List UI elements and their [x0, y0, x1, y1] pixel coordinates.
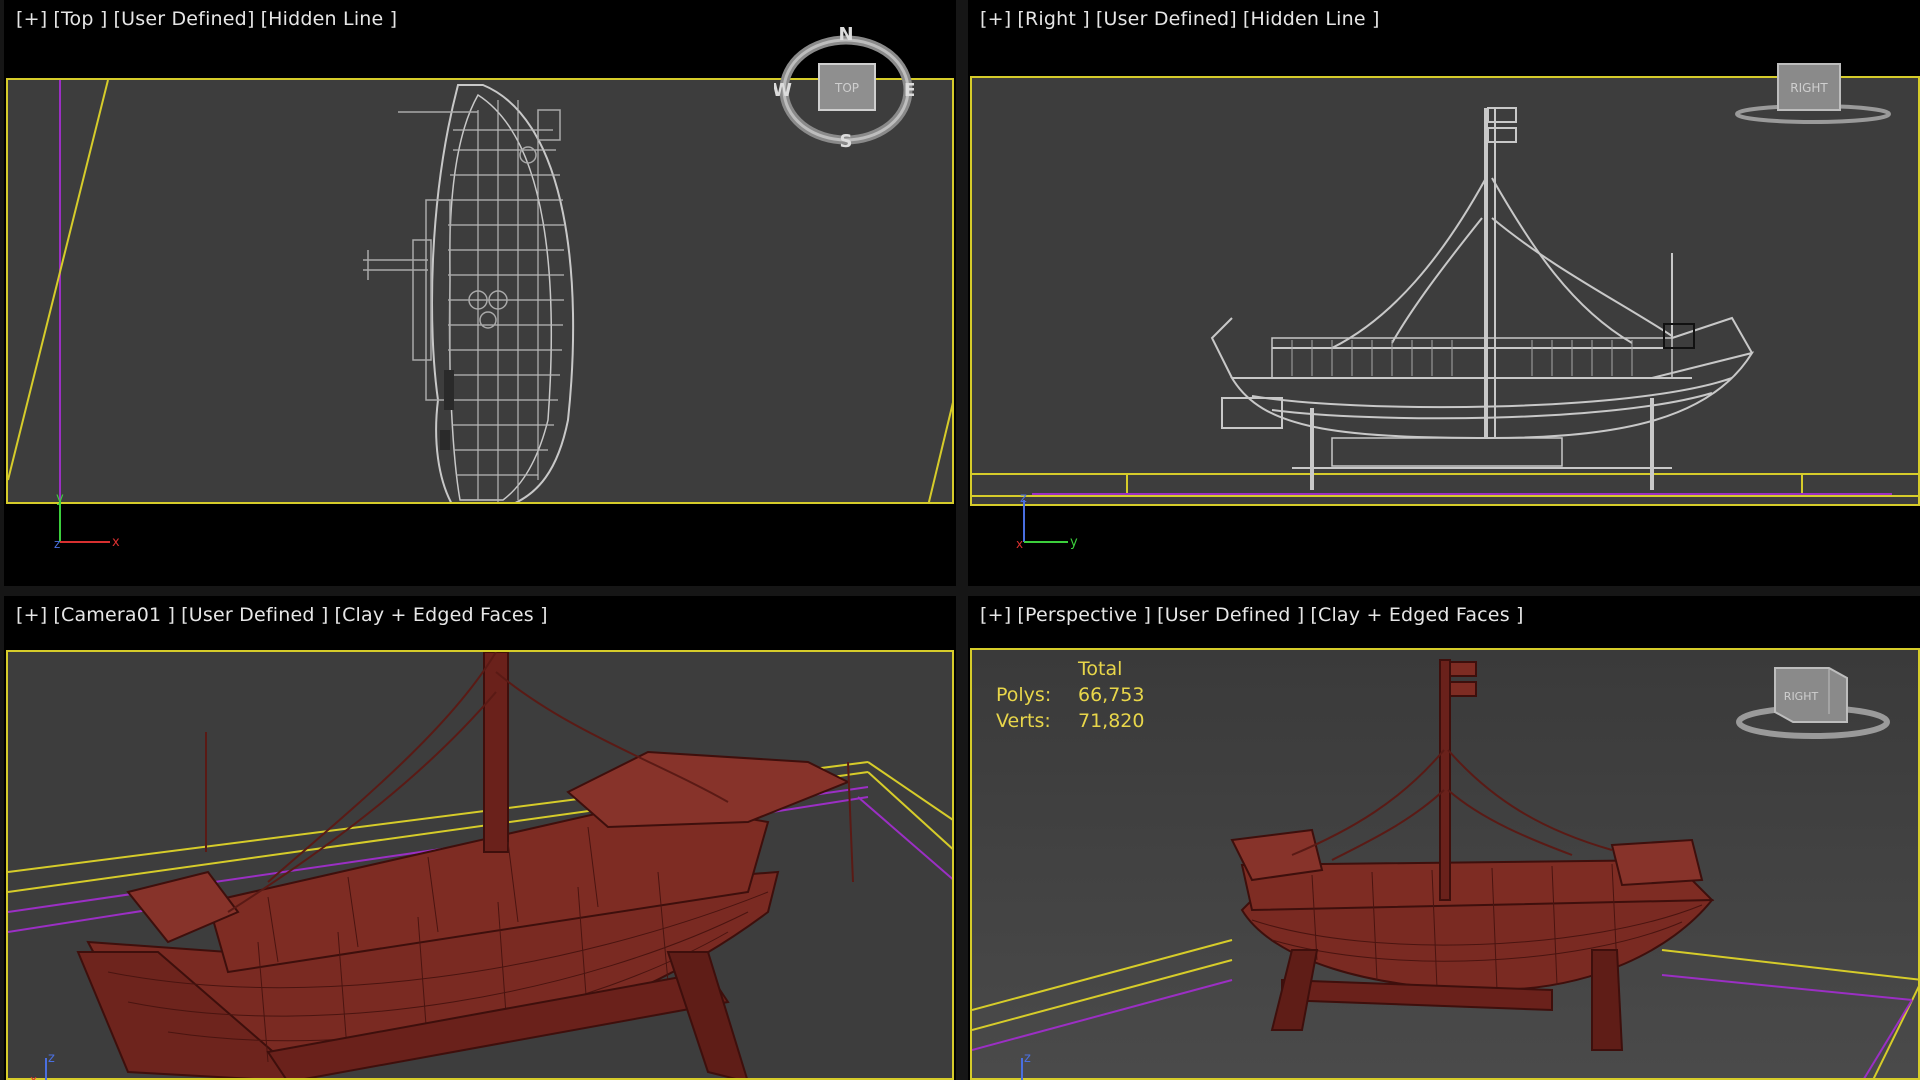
viewport-menu-button[interactable]: [+]	[16, 8, 47, 30]
statistics-overlay: Total Polys: 66,753 Verts: 71,820	[996, 656, 1144, 734]
stats-label: Verts:	[996, 710, 1051, 732]
view-name[interactable]: [Top ]	[53, 8, 107, 30]
viewcube-compass[interactable]: TOP N S E W	[774, 22, 914, 152]
view-name[interactable]: [Camera01 ]	[53, 604, 175, 626]
viewport-label[interactable]: [+] [Camera01 ] [User Defined ] [Clay + Edg…	[16, 604, 554, 626]
viewport-menu-button[interactable]: [+]	[980, 8, 1011, 30]
axis-label: y	[1070, 535, 1078, 550]
view-option[interactable]: [User Defined]	[114, 8, 255, 30]
viewport-grid: [+] [Top ] [User Defined] [Hidden Line ]	[0, 0, 1920, 1080]
axis-label: x	[30, 1073, 37, 1080]
axis-label: z	[54, 537, 60, 550]
viewcube[interactable]: RIGHT	[1733, 58, 1893, 138]
view-name[interactable]: [Perspective ]	[1017, 604, 1151, 626]
stats-value: 66,753	[1078, 684, 1145, 706]
viewport-label[interactable]: [+] [Right ] [User Defined] [Hidden Line ]	[980, 8, 1386, 30]
ship-wireframe-right	[972, 107, 1918, 497]
compass-east: E	[904, 80, 914, 101]
axis-tripod: z y x	[1016, 491, 1078, 550]
viewport-perspective[interactable]: [+] [Perspective ] [User Defined ] [Clay + …	[968, 596, 1920, 1080]
axis-label: y	[56, 491, 64, 506]
shading-mode[interactable]: [Hidden Line ]	[1243, 8, 1380, 30]
viewport-canvas[interactable]	[6, 650, 954, 1080]
axis-label: x	[112, 535, 120, 550]
stats-value: 71,820	[1078, 710, 1145, 732]
view-option[interactable]: [User Defined ]	[181, 604, 328, 626]
viewport-camera[interactable]: [+] [Camera01 ] [User Defined ] [Clay + Edg…	[4, 596, 956, 1080]
viewcube-face-label: RIGHT	[1784, 690, 1819, 703]
viewcube[interactable]: RIGHT	[1733, 656, 1893, 756]
compass-south: S	[840, 131, 853, 152]
stats-header: Total	[1078, 658, 1123, 680]
viewport-label[interactable]: [+] [Perspective ] [User Defined ] [Clay + …	[980, 604, 1530, 626]
axis-tripod: y x z	[54, 491, 120, 550]
shading-mode[interactable]: [Clay + Edged Faces ]	[1310, 604, 1523, 626]
view-option[interactable]: [User Defined]	[1096, 8, 1237, 30]
axis-label: x	[1016, 537, 1023, 550]
stats-label: Polys:	[996, 684, 1052, 706]
viewcube-face-label: TOP	[834, 81, 859, 95]
viewport-menu-button[interactable]: [+]	[16, 604, 47, 626]
compass-north: N	[838, 24, 853, 45]
viewport-right[interactable]: [+] [Right ] [User Defined] [Hidden Line ]	[968, 0, 1920, 586]
axis-label: z	[1020, 491, 1027, 506]
viewport-label[interactable]: [+] [Top ] [User Defined] [Hidden Line ]	[16, 8, 403, 30]
shading-mode[interactable]: [Hidden Line ]	[261, 8, 398, 30]
viewport-menu-button[interactable]: [+]	[980, 604, 1011, 626]
ship-clay-camera	[8, 652, 952, 1078]
view-option[interactable]: [User Defined ]	[1157, 604, 1304, 626]
viewcube-face-label: RIGHT	[1790, 81, 1828, 95]
axis-tripod: z	[1021, 1051, 1031, 1080]
viewport-top[interactable]: [+] [Top ] [User Defined] [Hidden Line ]	[4, 0, 956, 586]
compass-west: W	[774, 80, 792, 101]
axis-label: z	[1024, 1051, 1031, 1066]
axis-label: z	[48, 1051, 55, 1066]
viewport-canvas[interactable]	[970, 76, 1920, 506]
view-name[interactable]: [Right ]	[1017, 8, 1090, 30]
shading-mode[interactable]: [Clay + Edged Faces ]	[334, 604, 547, 626]
axis-tripod: z x	[30, 1051, 55, 1080]
